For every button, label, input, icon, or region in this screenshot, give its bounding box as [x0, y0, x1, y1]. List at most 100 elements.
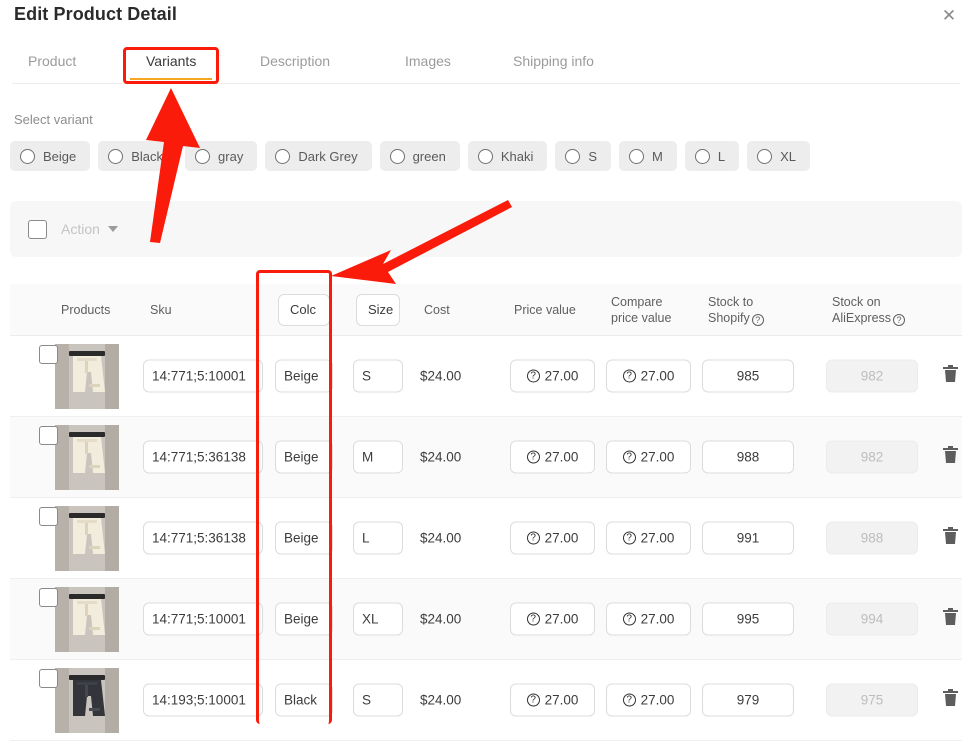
- stock-to-shopify-input[interactable]: 991: [702, 521, 794, 555]
- column-header-compare-price-value: Compare price value: [611, 294, 671, 326]
- variant-chip-label: Khaki: [500, 148, 534, 164]
- tab-images[interactable]: Images: [405, 53, 451, 69]
- stock-to-shopify-input[interactable]: 979: [702, 683, 794, 717]
- trash-icon[interactable]: [942, 688, 959, 712]
- price-value-text: 27.00: [544, 368, 579, 384]
- table-row: 14:771;5:36138 Beige M $24.00 ? 27.00 ? 27…: [10, 417, 962, 498]
- beige-shorts-thumbnail[interactable]: [55, 587, 119, 652]
- color-input[interactable]: Black: [275, 683, 333, 717]
- sku-input[interactable]: 14:771;5:36138: [143, 440, 263, 474]
- beige-shorts-thumbnail[interactable]: [55, 506, 119, 571]
- compare-price-value-input[interactable]: ? 27.00: [606, 521, 691, 555]
- select-all-checkbox[interactable]: [28, 219, 47, 239]
- help-icon[interactable]: ?: [893, 313, 906, 326]
- row-checkbox[interactable]: [39, 426, 58, 445]
- trash-icon[interactable]: [942, 607, 959, 631]
- radio-icon: [757, 148, 773, 164]
- column-header-stock-on-aliexpress: Stock on AliExpress?: [832, 294, 906, 326]
- color-input[interactable]: Beige: [275, 521, 333, 555]
- sku-input[interactable]: 14:771;5:10001: [143, 359, 263, 393]
- compare-price-value-input[interactable]: ? 27.00: [606, 440, 691, 474]
- variant-chip-xl[interactable]: XL: [747, 141, 811, 171]
- size-input[interactable]: M: [353, 440, 403, 474]
- variant-chip-label: gray: [218, 148, 244, 164]
- variant-chip-khaki[interactable]: Khaki: [467, 141, 548, 171]
- variant-chip-dark-grey[interactable]: Dark Grey: [265, 141, 372, 171]
- tab-variants[interactable]: Variants: [129, 53, 213, 80]
- color-input[interactable]: Beige: [275, 440, 333, 474]
- radio-icon: [565, 148, 581, 164]
- row-checkbox[interactable]: [39, 345, 58, 364]
- size-input[interactable]: XL: [353, 602, 403, 636]
- row-checkbox[interactable]: [39, 669, 58, 688]
- sku-input[interactable]: 14:193;5:10001: [143, 683, 263, 717]
- stock-to-shopify-input[interactable]: 985: [702, 359, 794, 393]
- sku-input[interactable]: 14:771;5:36138: [143, 521, 263, 555]
- help-icon: ?: [526, 531, 540, 545]
- cost-value: $24.00: [420, 611, 462, 627]
- variant-chip-m[interactable]: M: [619, 141, 677, 171]
- compare-price-value-input[interactable]: ? 27.00: [606, 359, 691, 393]
- column-header-size-input[interactable]: Size: [356, 293, 400, 326]
- action-dropdown-label: Action: [61, 221, 100, 237]
- price-value-input[interactable]: ? 27.00: [510, 602, 595, 636]
- size-input[interactable]: S: [353, 683, 403, 717]
- help-icon: ?: [622, 612, 636, 626]
- action-dropdown[interactable]: Action: [61, 221, 118, 237]
- price-value-text: 27.00: [544, 530, 579, 546]
- row-checkbox[interactable]: [39, 588, 58, 607]
- table-row: 14:193;5:10001 Black S $24.00 ? 27.00 ? 27…: [10, 660, 962, 741]
- size-input[interactable]: S: [353, 359, 403, 393]
- price-value-input[interactable]: ? 27.00: [510, 683, 595, 717]
- size-input[interactable]: L: [353, 521, 403, 555]
- help-icon: ?: [622, 531, 636, 545]
- variant-chip-list: Beige Black gray Dark Grey green Khaki S…: [10, 141, 811, 171]
- beige-shorts-thumbnail[interactable]: [55, 344, 119, 409]
- trash-icon[interactable]: [942, 526, 959, 550]
- variant-chip-beige[interactable]: Beige: [10, 141, 91, 171]
- price-value-input[interactable]: ? 27.00: [510, 359, 595, 393]
- stock-on-aliexpress-input: 982: [826, 440, 918, 474]
- help-icon: ?: [622, 369, 636, 383]
- compare-price-value-input[interactable]: ? 27.00: [606, 602, 691, 636]
- column-header-color-input[interactable]: Colc: [278, 293, 330, 326]
- stock-on-aliexpress-input: 975: [826, 683, 918, 717]
- variant-chip-black[interactable]: Black: [98, 141, 178, 171]
- stock-on-aliexpress-input: 982: [826, 359, 918, 393]
- color-input[interactable]: Beige: [275, 359, 333, 393]
- chevron-down-icon: [107, 226, 118, 232]
- variant-chip-l[interactable]: L: [684, 141, 740, 171]
- tab-shipping-info[interactable]: Shipping info: [513, 53, 594, 69]
- help-icon[interactable]: ?: [751, 313, 764, 326]
- column-header-stock-to-shopify: Stock to Shopify?: [708, 294, 764, 326]
- variant-chip-gray[interactable]: gray: [185, 141, 258, 171]
- trash-icon[interactable]: [942, 445, 959, 469]
- trash-icon[interactable]: [942, 364, 959, 388]
- help-icon: ?: [526, 450, 540, 464]
- stock-shopify-line1: Stock to: [708, 294, 754, 309]
- color-input[interactable]: Beige: [275, 602, 333, 636]
- column-header-price-value: Price value: [514, 302, 576, 317]
- sku-input[interactable]: 14:771;5:10001: [143, 602, 263, 636]
- price-value-input[interactable]: ? 27.00: [510, 521, 595, 555]
- compare-price-value-text: 27.00: [640, 368, 675, 384]
- tab-product[interactable]: Product: [28, 53, 76, 69]
- beige-shorts-thumbnail[interactable]: [55, 425, 119, 490]
- row-checkbox[interactable]: [39, 507, 58, 526]
- stock-aliexpress-line1: Stock on: [832, 294, 881, 309]
- close-icon[interactable]: ✕: [936, 2, 962, 28]
- variant-chip-label: S: [588, 148, 598, 164]
- variant-chip-label: Beige: [43, 148, 77, 164]
- variant-chip-s[interactable]: S: [555, 141, 612, 171]
- stock-to-shopify-input[interactable]: 988: [702, 440, 794, 474]
- variant-chip-label: Dark Grey: [298, 148, 358, 164]
- black-shorts-thumbnail[interactable]: [55, 668, 119, 733]
- variant-chip-green[interactable]: green: [379, 141, 460, 171]
- price-value-input[interactable]: ? 27.00: [510, 440, 595, 474]
- help-icon: ?: [622, 693, 636, 707]
- radio-icon: [694, 148, 710, 164]
- stock-to-shopify-input[interactable]: 995: [702, 602, 794, 636]
- compare-price-value-input[interactable]: ? 27.00: [606, 683, 691, 717]
- tab-description[interactable]: Description: [260, 53, 330, 69]
- stock-aliexpress-line2: AliExpress: [832, 310, 892, 325]
